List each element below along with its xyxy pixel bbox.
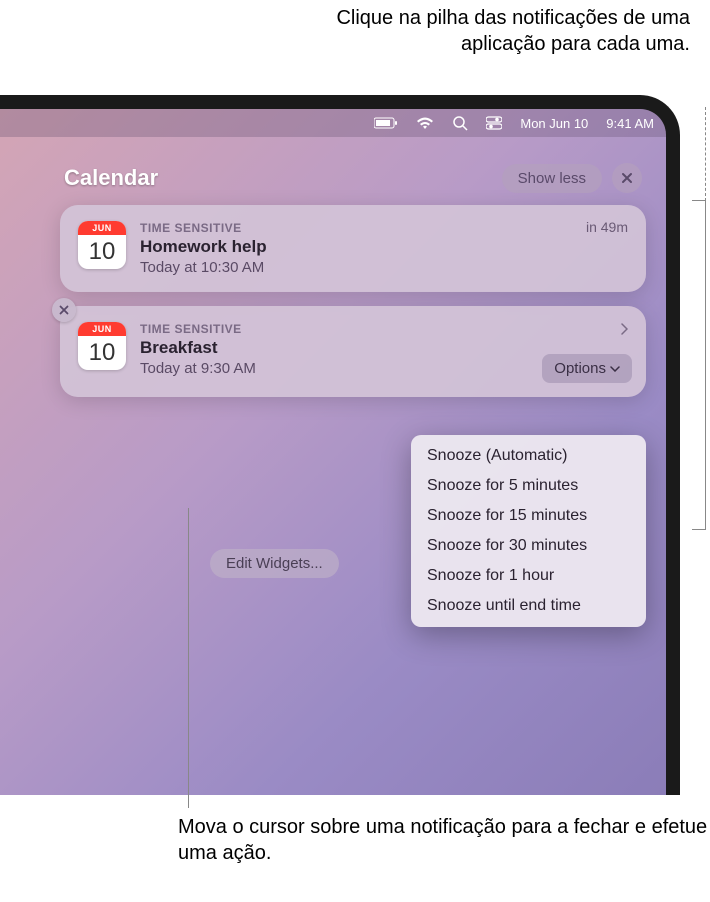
calendar-app-icon: JUN 10 — [78, 322, 126, 370]
dropdown-item[interactable]: Snooze until end time — [411, 591, 646, 621]
notification-card[interactable]: JUN 10 TIME SENSITIVE Breakfast Today at… — [60, 306, 646, 397]
edit-widgets-button[interactable]: Edit Widgets... — [210, 549, 339, 578]
chevron-right-icon — [620, 322, 628, 340]
device-frame: Mon Jun 10 9:41 AM Calendar Show less JU… — [0, 95, 680, 795]
calendar-icon-month: JUN — [78, 221, 126, 235]
notification-title: Homework help — [140, 237, 628, 257]
dropdown-item[interactable]: Snooze for 1 hour — [411, 561, 646, 591]
close-icon — [59, 305, 69, 315]
options-dropdown-menu: Snooze (Automatic) Snooze for 5 minutes … — [411, 435, 646, 627]
notification-subtitle: Today at 10:30 AM — [140, 259, 628, 276]
dropdown-item[interactable]: Snooze (Automatic) — [411, 441, 646, 471]
wifi-icon — [416, 116, 434, 130]
calendar-icon-month: JUN — [78, 322, 126, 336]
close-notification-button[interactable] — [52, 298, 76, 322]
callout-line — [188, 508, 189, 808]
menubar: Mon Jun 10 9:41 AM — [0, 109, 666, 137]
callout-top-text: Clique na pilha das notificações de uma … — [260, 5, 690, 57]
options-button[interactable]: Options — [542, 354, 632, 383]
calendar-icon-day: 10 — [78, 336, 126, 370]
chevron-down-icon — [610, 366, 620, 372]
notification-tag: TIME SENSITIVE — [140, 322, 628, 336]
notification-body: TIME SENSITIVE Homework help Today at 10… — [140, 221, 628, 276]
notification-app-title: Calendar — [64, 165, 158, 191]
menubar-time[interactable]: 9:41 AM — [606, 116, 654, 131]
search-icon[interactable] — [452, 115, 468, 131]
battery-icon — [374, 117, 398, 129]
dropdown-item[interactable]: Snooze for 30 minutes — [411, 531, 646, 561]
dropdown-item[interactable]: Snooze for 15 minutes — [411, 501, 646, 531]
notification-tag: TIME SENSITIVE — [140, 221, 628, 235]
control-center-icon[interactable] — [486, 116, 502, 130]
callout-bottom-text: Mova o cursor sobre uma notificação para… — [178, 814, 710, 866]
options-label: Options — [554, 360, 606, 377]
notification-card[interactable]: JUN 10 TIME SENSITIVE Homework help Toda… — [60, 205, 646, 292]
callout-bracket — [692, 200, 706, 530]
notification-center: Calendar Show less JUN 10 TIME SENSITIVE… — [60, 157, 646, 411]
dropdown-item[interactable]: Snooze for 5 minutes — [411, 471, 646, 501]
close-icon — [621, 172, 633, 184]
show-less-button[interactable]: Show less — [502, 164, 602, 193]
calendar-app-icon: JUN 10 — [78, 221, 126, 269]
notification-time-remaining: in 49m — [586, 219, 628, 235]
notification-stack-header: Calendar Show less — [60, 157, 646, 205]
menubar-date[interactable]: Mon Jun 10 — [520, 116, 588, 131]
calendar-icon-day: 10 — [78, 235, 126, 269]
close-stack-button[interactable] — [612, 163, 642, 193]
header-controls: Show less — [502, 163, 642, 193]
